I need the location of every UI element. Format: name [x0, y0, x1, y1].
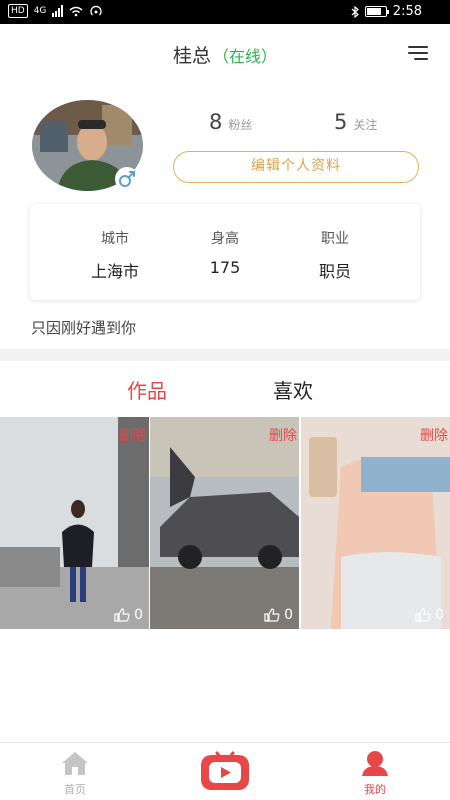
- post-thumbnail[interactable]: 删除 0: [301, 417, 450, 629]
- male-icon: [115, 167, 139, 191]
- followers-count: 8: [209, 110, 223, 134]
- battery-icon: [364, 6, 389, 17]
- nav-mine[interactable]: 我的: [325, 743, 425, 800]
- nav-video[interactable]: [175, 743, 275, 800]
- post-thumbnail[interactable]: 删除 0: [150, 417, 299, 629]
- bluetooth-icon: [351, 5, 359, 18]
- info-card: 城市 上海市 身高 175 职业 职员: [30, 204, 420, 300]
- likes-count: 0: [284, 607, 293, 623]
- job-label: 职业: [321, 231, 349, 247]
- job-value: 职员: [318, 262, 351, 281]
- height-info: 身高 175: [170, 228, 280, 277]
- thumbs-up-icon: [415, 608, 431, 622]
- content-tabs: 作品 喜欢: [0, 375, 450, 409]
- likes-count: 0: [134, 607, 143, 623]
- status-time: 2:58: [392, 4, 422, 19]
- thumbs-up-icon: [114, 608, 130, 622]
- delete-button[interactable]: 删除: [269, 425, 297, 445]
- status-bar: HD 4G 2:58: [0, 0, 450, 24]
- tab-works[interactable]: 作品: [127, 375, 167, 404]
- nav-home-label: 首页: [64, 783, 86, 796]
- city-label: 城市: [101, 231, 129, 247]
- video-tv-icon: [201, 751, 249, 790]
- nav-mine-label: 我的: [364, 783, 386, 796]
- hamburger-menu-icon[interactable]: [408, 45, 428, 61]
- online-status: （在线）: [213, 47, 278, 66]
- likes-count: 0: [435, 607, 444, 623]
- edit-profile-button[interactable]: 编辑个人资料: [173, 151, 419, 183]
- user-icon: [362, 751, 388, 776]
- thumbs-up-icon: [264, 608, 280, 622]
- post-thumbnail[interactable]: 删除 0: [0, 417, 149, 629]
- height-value: 175: [209, 258, 241, 277]
- bottom-nav: 首页 我的: [0, 742, 450, 800]
- section-divider: [0, 349, 450, 361]
- profile-header: 桂总 （在线）: [0, 24, 450, 82]
- user-name: 桂总: [172, 45, 211, 67]
- hotspot-icon: [90, 5, 103, 16]
- following-count: 5: [334, 110, 348, 134]
- nav-home[interactable]: 首页: [25, 743, 125, 800]
- height-label: 身高: [211, 231, 239, 247]
- following-stat[interactable]: 5 关注: [334, 110, 377, 134]
- signal-icon: [52, 5, 64, 17]
- city-info: 城市 上海市: [60, 228, 170, 282]
- post-likes: 0: [114, 607, 143, 623]
- followers-label: 粉丝: [228, 118, 253, 132]
- bio-text: 只因刚好遇到你: [31, 319, 137, 337]
- post-grid: 删除 0 删除 0 删除 0: [0, 417, 450, 629]
- wifi-icon: [69, 6, 83, 16]
- delete-button[interactable]: 删除: [420, 425, 448, 445]
- followers-stat[interactable]: 8 粉丝: [209, 110, 252, 134]
- hd-indicator: HD: [8, 4, 28, 18]
- page-title: 桂总 （在线）: [0, 41, 450, 68]
- stats-row: 8 粉丝 5 关注: [172, 110, 420, 138]
- post-likes: 0: [264, 607, 293, 623]
- tab-likes[interactable]: 喜欢: [273, 375, 313, 404]
- city-value: 上海市: [90, 262, 139, 281]
- delete-button[interactable]: 删除: [119, 425, 147, 445]
- following-label: 关注: [353, 118, 378, 132]
- job-info: 职业 职员: [280, 228, 390, 282]
- network-type: 4G: [33, 6, 47, 16]
- post-likes: 0: [415, 607, 444, 623]
- home-icon: [62, 752, 88, 775]
